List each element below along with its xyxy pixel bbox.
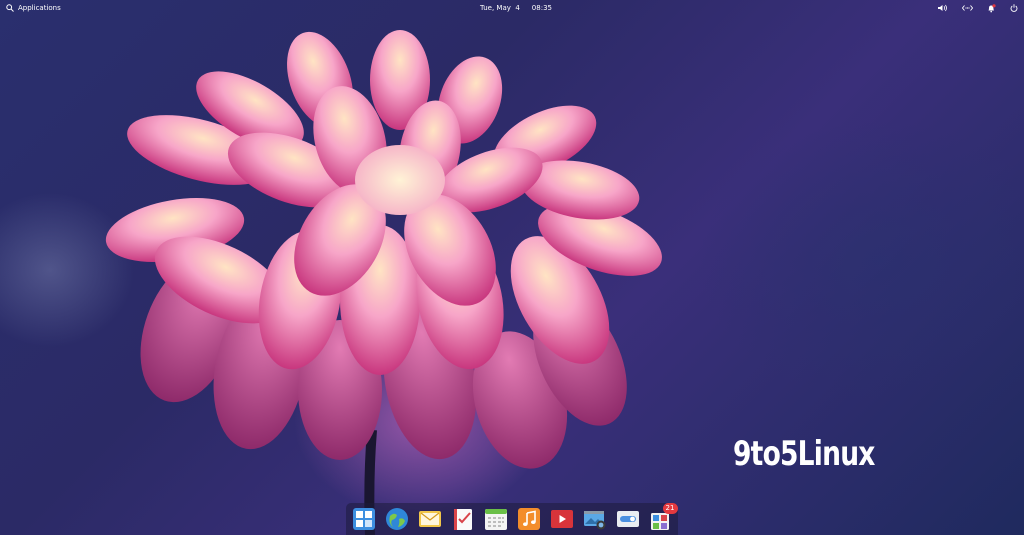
dock-mail[interactable] — [418, 507, 442, 531]
panel-time: 08:35 — [531, 4, 552, 12]
web-browser-icon — [385, 508, 408, 530]
power-icon[interactable] — [1010, 4, 1018, 12]
dock-appcenter[interactable]: 21 — [649, 503, 678, 531]
desktop: Applications Tue, May 4 08:35 9to5Linux … — [0, 0, 1024, 535]
music-icon — [517, 508, 540, 530]
notifications-icon[interactable] — [987, 3, 996, 13]
top-panel: Applications Tue, May 4 08:35 — [0, 0, 1024, 16]
tasks-icon — [453, 509, 472, 530]
panel-date: Tue, May 4 — [480, 4, 520, 12]
dock-tasks[interactable] — [451, 507, 475, 531]
dock-system-settings[interactable] — [616, 507, 640, 531]
network-icon[interactable] — [962, 4, 973, 12]
system-indicators — [938, 0, 1018, 16]
watermark-9to5linux: 9to5Linux — [733, 434, 875, 474]
dock-calendar[interactable] — [484, 507, 508, 531]
volume-icon[interactable] — [938, 4, 948, 12]
dock-videos[interactable] — [550, 507, 574, 531]
dock-web-browser[interactable] — [385, 507, 409, 531]
date-time-indicator[interactable]: Tue, May 4 08:35 — [480, 0, 552, 16]
mail-icon — [418, 511, 441, 527]
dock-multitasking-view[interactable] — [352, 507, 376, 531]
applications-label: Applications — [18, 4, 61, 12]
dock-photos[interactable] — [583, 507, 607, 531]
multitasking-view-icon — [352, 508, 375, 530]
system-settings-icon — [616, 511, 639, 527]
appcenter-updates-badge: 21 — [662, 503, 678, 514]
applications-menu-button[interactable]: Applications — [6, 0, 61, 16]
dock-music[interactable] — [517, 507, 541, 531]
search-icon — [6, 4, 14, 12]
dock: 21 — [346, 503, 678, 535]
calendar-icon — [484, 509, 507, 530]
videos-icon — [550, 510, 573, 528]
photos-icon — [583, 511, 605, 530]
